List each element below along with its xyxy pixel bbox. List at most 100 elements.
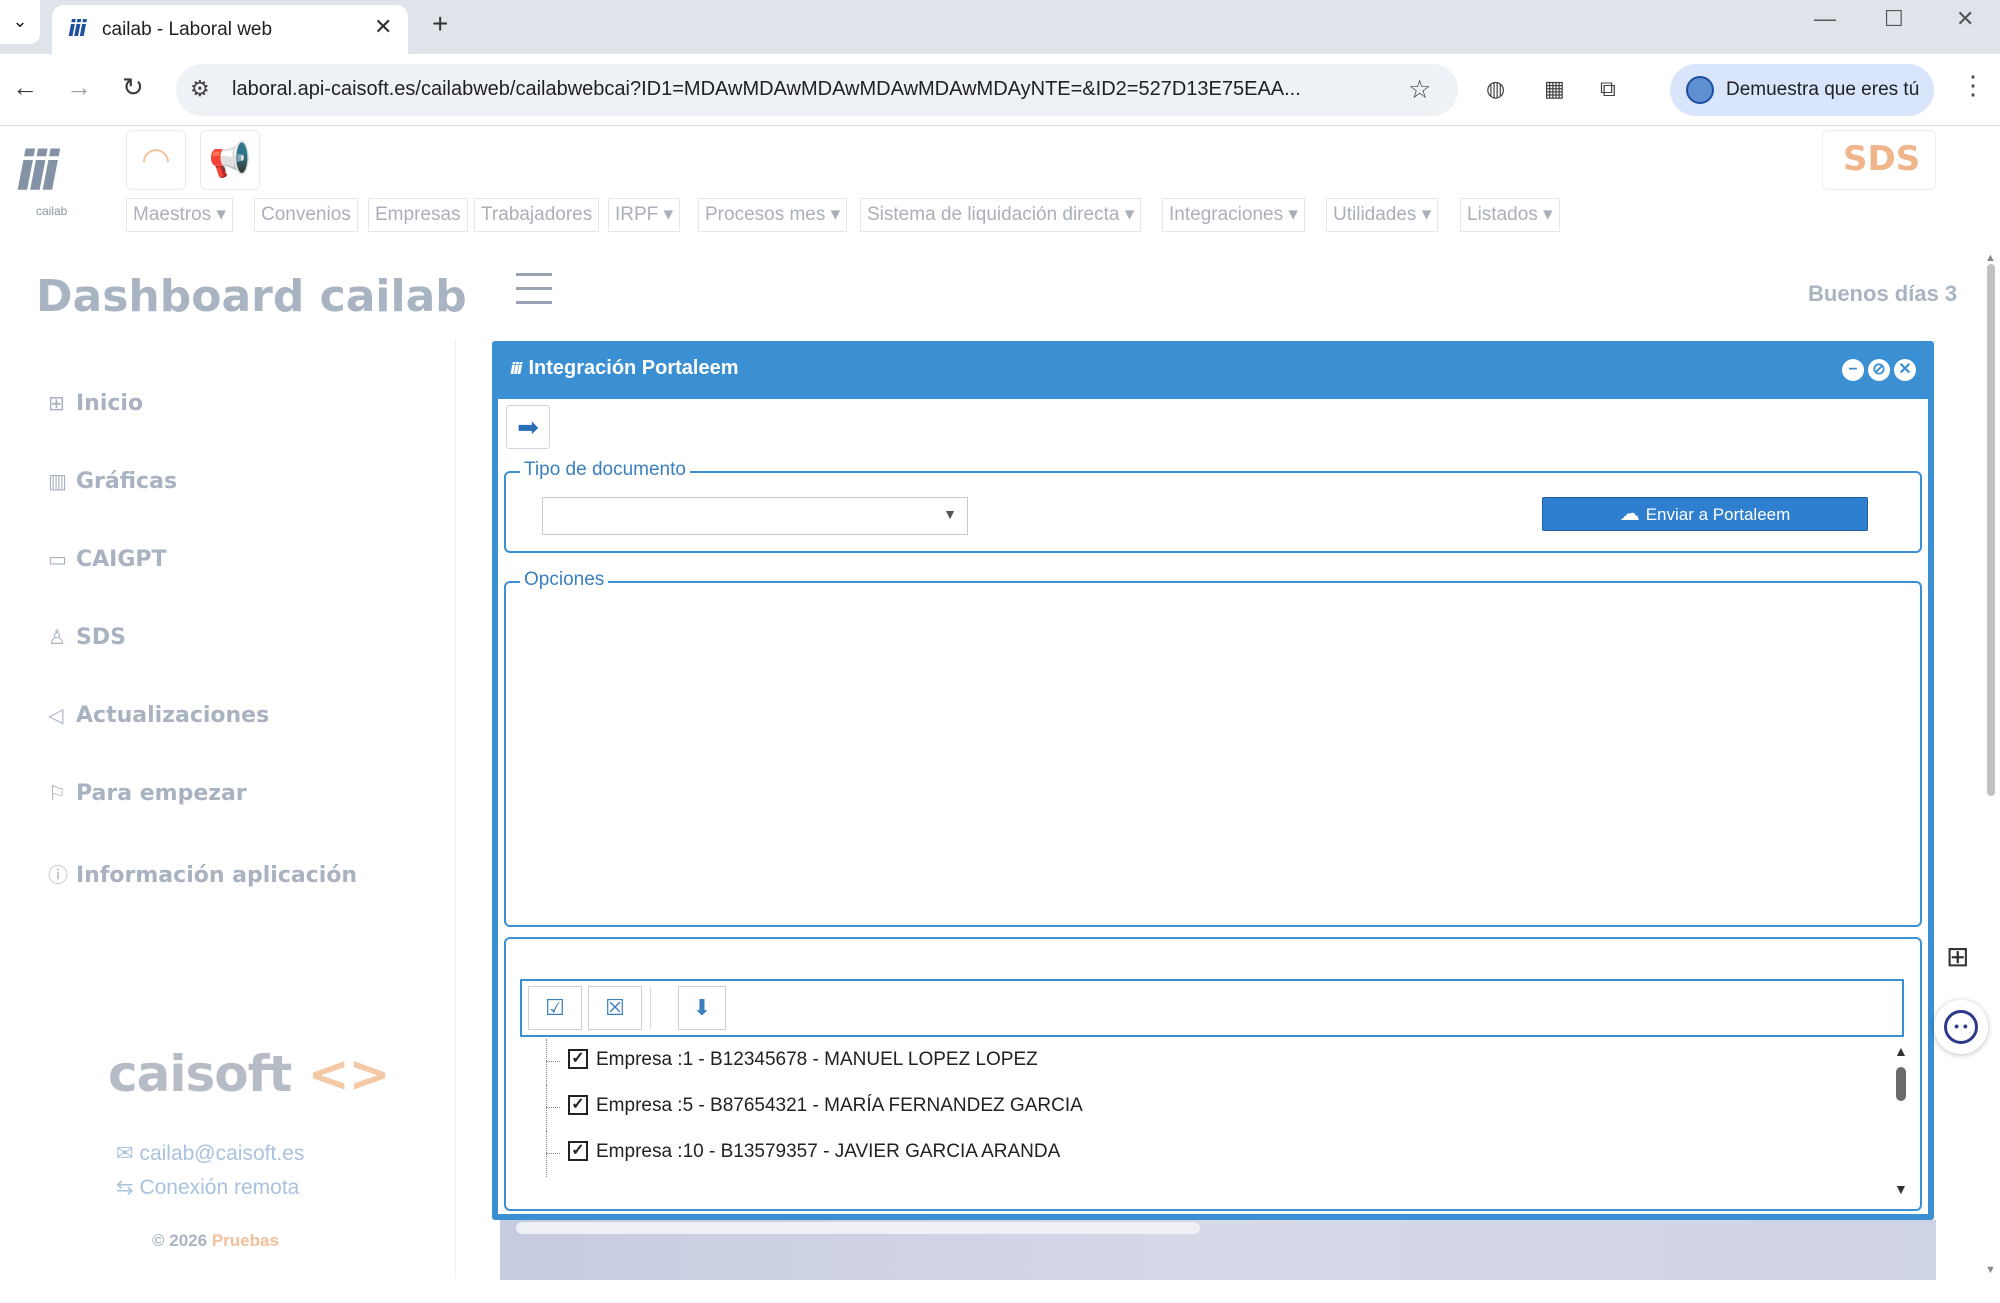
sidebar-item-caigpt[interactable]: ▭ CAIGPT: [48, 547, 167, 581]
extension-globe-icon[interactable]: ◍: [1486, 76, 1505, 102]
dialog-minimize-icon[interactable]: −: [1842, 359, 1864, 381]
tree-item-label: Empresa :10 - B13579357 - JAVIER GARCIA …: [596, 1141, 1061, 1162]
sds-label: SDS: [1843, 139, 1921, 179]
tab-favicon-icon: iii: [68, 17, 87, 42]
chat-icon: ▭: [48, 547, 67, 571]
back-icon[interactable]: ←: [12, 72, 38, 103]
profile-chip[interactable]: Demuestra que eres tú: [1670, 64, 1934, 116]
tree-item-label: Empresa :5 - B87654321 - MARÍA FERNANDEZ…: [596, 1095, 1083, 1116]
tree-item[interactable]: ✓ Empresa :10 - B13579357 - JAVIER GARCI…: [542, 1131, 1862, 1177]
tab-close-icon[interactable]: ✕: [374, 14, 392, 40]
menu-listados[interactable]: Listados ▾: [1460, 198, 1560, 232]
integracion-portaleem-dialog: iii Integración Portaleem − ⊘ ✕ ➡ Tipo de…: [492, 341, 1934, 1220]
email-link[interactable]: ✉ cailab@caisoft.es: [116, 1141, 304, 1166]
dialog-title: iii Integración Portaleem: [510, 357, 739, 379]
menu-utilidades[interactable]: Utilidades ▾: [1326, 198, 1439, 232]
tree-item-label: Empresa :1 - B12345678 - MANUEL LOPEZ LO…: [596, 1049, 1038, 1070]
uncheck-all-icon: ☒: [605, 995, 625, 1020]
browser-menu-icon[interactable]: ⋮: [1960, 70, 1986, 101]
exit-arrow-icon: ➡: [517, 412, 539, 442]
tab-title: cailab - Laboral web: [102, 19, 273, 40]
chevron-down-icon: ▼: [943, 506, 957, 522]
sidebar-item-para-empezar[interactable]: ⚐ Para empezar: [48, 781, 247, 815]
grid-icon: ⊞: [48, 391, 65, 415]
opciones-legend: Opciones: [520, 569, 609, 591]
chatbot-face-icon: • •: [1944, 1010, 1978, 1044]
scroll-down-icon[interactable]: ▼: [1894, 1181, 1908, 1197]
reload-icon[interactable]: ↻: [122, 72, 144, 103]
empresas-tree: ✓ Empresa :1 - B12345678 - MANUEL LOPEZ …: [542, 1039, 1862, 1177]
menu-irpf[interactable]: IRPF ▾: [608, 198, 681, 232]
announcements-megaphone-icon[interactable]: 📢: [200, 130, 260, 190]
download-button[interactable]: ⬇: [678, 986, 726, 1030]
dialog-logo-icon: iii: [510, 359, 523, 378]
logo-subtitle: cailab: [36, 204, 68, 218]
tipo-documento-group: Tipo de documento ▼ ☁ Enviar a Portaleem: [504, 459, 1922, 553]
url-text: laboral.api-caisoft.es/cailabweb/cailabw…: [232, 78, 1301, 100]
select-all-button[interactable]: ☑: [528, 986, 582, 1030]
checkbox-checked-icon[interactable]: ✓: [568, 1049, 588, 1069]
checkbox-checked-icon[interactable]: ✓: [568, 1141, 588, 1161]
page-title: Dashboard cailab: [36, 271, 467, 322]
opciones-group: Opciones: [504, 569, 1922, 927]
check-all-icon: ☑: [545, 995, 565, 1020]
apps-grid-icon[interactable]: ⊞: [1946, 940, 1969, 973]
bookmark-star-icon[interactable]: ☆: [1408, 74, 1431, 105]
tree-item[interactable]: ✓ Empresa :5 - B87654321 - MARÍA FERNAND…: [542, 1085, 1862, 1131]
tree-scrollbar[interactable]: ▲ ▼: [1892, 1043, 1910, 1201]
checkbox-checked-icon[interactable]: ✓: [568, 1095, 588, 1115]
empresas-group: ☑ ☒ ⬇ ✓ Empresa :1 - B12345678 - MANUEL …: [504, 937, 1922, 1211]
page-scrollbar[interactable]: ▲ ▼: [1984, 252, 1998, 1279]
assistant-avatar-button[interactable]: ◠: [126, 130, 186, 190]
sidebar-item-inicio[interactable]: ⊞ Inicio: [48, 391, 143, 425]
deselect-all-button[interactable]: ☒: [588, 986, 642, 1030]
site-settings-icon[interactable]: ⚙: [190, 76, 210, 102]
menu-empresas[interactable]: Empresas: [368, 198, 468, 232]
megaphone-icon: ◁: [48, 703, 64, 727]
sidebar: ⊞ Inicio ▥ Gráficas ▭ CAIGPT ♙ SDS ◁ Actualiz…: [0, 339, 456, 1279]
sds-button[interactable]: SDS: [1822, 130, 1936, 190]
sidebar-item-sds[interactable]: ♙ SDS: [48, 625, 126, 659]
tipo-documento-select[interactable]: ▼: [542, 497, 968, 535]
minimize-icon[interactable]: —: [1814, 6, 1836, 32]
dialog-close-icon[interactable]: ✕: [1894, 359, 1916, 381]
extensions-puzzle-icon[interactable]: ⧉: [1600, 76, 1616, 102]
menu-trabajadores[interactable]: Trabajadores: [474, 198, 600, 232]
menu-maestros[interactable]: Maestros ▾: [126, 198, 233, 232]
exit-button[interactable]: ➡: [506, 405, 550, 449]
caisoft-brand-logo: caisoft <>: [108, 1045, 391, 1103]
scroll-thumb[interactable]: [1896, 1067, 1906, 1101]
remote-connection-link[interactable]: ⇆ Conexión remota: [116, 1175, 299, 1200]
forward-icon[interactable]: →: [66, 72, 92, 103]
qr-code-icon[interactable]: ▦: [1544, 76, 1565, 102]
page-scroll-up-icon[interactable]: ▲: [1985, 252, 1996, 264]
menu-procesos-mes[interactable]: Procesos mes ▾: [698, 198, 848, 232]
page-scroll-down-icon[interactable]: ▼: [1985, 1264, 1996, 1276]
empresas-toolbar: ☑ ☒ ⬇: [520, 979, 1904, 1037]
scroll-up-icon[interactable]: ▲: [1894, 1043, 1908, 1059]
new-tab-icon[interactable]: +: [432, 8, 448, 40]
maximize-icon[interactable]: ☐: [1884, 6, 1904, 32]
browser-tab[interactable]: iii cailab - Laboral web ✕: [52, 5, 408, 54]
greeting-text: Buenos días 3: [1808, 281, 1958, 306]
dialog-restore-icon[interactable]: ⊘: [1868, 359, 1890, 381]
enviar-portaleem-button[interactable]: ☁ Enviar a Portaleem: [1542, 497, 1868, 531]
menu-integraciones[interactable]: Integraciones ▾: [1162, 198, 1305, 232]
toolbar-divider: [650, 987, 651, 1029]
sidebar-item-graficas[interactable]: ▥ Gráficas: [48, 469, 177, 503]
menu-convenios[interactable]: Convenios: [254, 198, 358, 232]
menu-sistema-liquidacion[interactable]: Sistema de liquidación directa ▾: [860, 198, 1142, 232]
chatbot-button[interactable]: • •: [1934, 1000, 1988, 1054]
address-bar[interactable]: ⚙ laboral.api-caisoft.es/cailabweb/caila…: [176, 64, 1458, 116]
tree-item[interactable]: ✓ Empresa :1 - B12345678 - MANUEL LOPEZ …: [542, 1039, 1862, 1085]
sidebar-item-informacion[interactable]: ⓘ Información aplicación: [48, 859, 357, 893]
sidebar-item-actualizaciones[interactable]: ◁ Actualizaciones: [48, 703, 269, 737]
tab-search-dropdown[interactable]: ⌄: [0, 0, 40, 44]
page-header: Dashboard cailab Buenos días 3: [0, 251, 2000, 339]
window-close-icon[interactable]: ✕: [1956, 6, 1974, 32]
dialog-body: ➡ Tipo de documento ▼ ☁ Enviar a Portalee…: [498, 399, 1928, 1214]
profile-avatar-icon: [1686, 76, 1714, 104]
page-scroll-thumb[interactable]: [1987, 264, 1995, 796]
hamburger-menu-icon[interactable]: [516, 273, 552, 315]
cailab-logo[interactable]: iii: [16, 140, 59, 203]
